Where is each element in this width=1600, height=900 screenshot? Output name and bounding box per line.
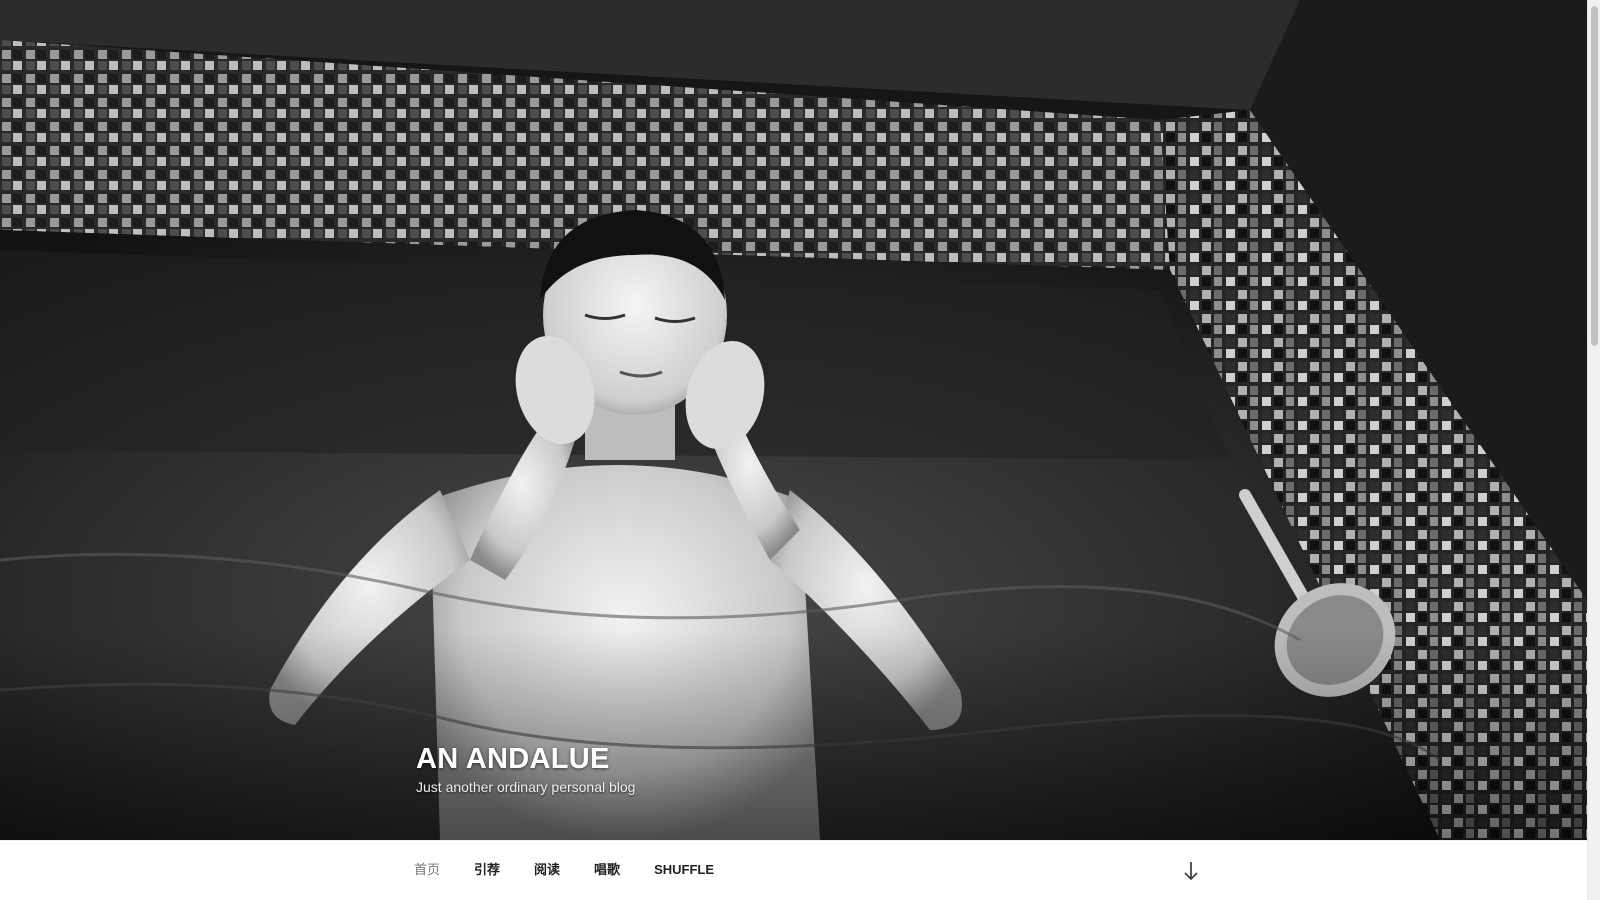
main-navigation: 首页 引荐 阅读 唱歌 SHUFFLE — [0, 840, 1587, 900]
nav-item-reading[interactable]: 阅读 — [534, 862, 560, 878]
hero-header: AN ANDALUE Just another ordinary persona… — [0, 0, 1587, 840]
hero-image — [0, 0, 1587, 840]
site-branding: AN ANDALUE Just another ordinary persona… — [416, 742, 635, 796]
arrow-down-icon[interactable] — [1180, 859, 1202, 883]
scrollbar-thumb[interactable] — [1591, 6, 1598, 346]
site-title[interactable]: AN ANDALUE — [416, 742, 635, 776]
nav-item-recommend[interactable]: 引荐 — [474, 862, 500, 878]
nav-item-home[interactable]: 首页 — [414, 862, 440, 878]
nav-item-singing[interactable]: 唱歌 — [594, 862, 620, 878]
site-description: Just another ordinary personal blog — [416, 779, 636, 795]
page: AN ANDALUE Just another ordinary persona… — [0, 0, 1600, 900]
nav-item-shuffle[interactable]: SHUFFLE — [654, 862, 714, 878]
nav-menu: 首页 引荐 阅读 唱歌 SHUFFLE — [414, 862, 748, 878]
page-scrollbar[interactable] — [1587, 0, 1600, 900]
